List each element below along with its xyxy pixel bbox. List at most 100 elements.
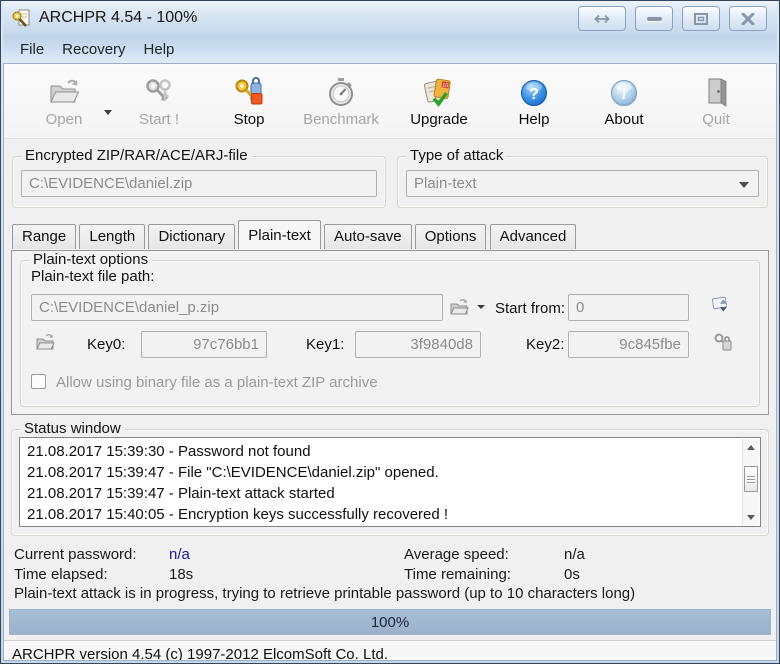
menu-recovery[interactable]: Recovery — [53, 38, 134, 61]
triangle-down-icon — [747, 515, 755, 520]
plain-text-options-group: Plain-text options Plain-text file path:… — [20, 260, 760, 407]
log-line: 21.08.2017 15:40:05 - Encryption keys su… — [27, 504, 736, 525]
spin-arrows-icon — [711, 295, 733, 317]
status-window-group: Status window 21.08.2017 15:39:30 - Pass… — [11, 429, 769, 536]
progress-bar-text: 100% — [10, 610, 770, 634]
quit-label: Quit — [676, 111, 756, 128]
close-icon — [741, 13, 755, 25]
maximize-button[interactable] — [682, 6, 720, 31]
attack-type-group-label: Type of attack — [406, 147, 507, 164]
open-label: Open — [24, 111, 104, 128]
scroll-thumb[interactable] — [744, 466, 758, 492]
start-from-input[interactable]: 0 — [568, 294, 689, 321]
plain-text-options-label: Plain-text options — [29, 251, 152, 268]
help-label: Help — [494, 111, 574, 128]
key2-label: Key2: — [526, 336, 564, 353]
statusbar-text: ARCHPR version 4.54 (c) 1997-2012 ElcomS… — [12, 646, 388, 662]
tab-advanced[interactable]: Advanced — [490, 224, 577, 249]
scroll-down-button[interactable] — [743, 509, 759, 525]
browse-dropdown-caret[interactable] — [477, 305, 485, 309]
client-area: Open Start ! — [3, 63, 777, 661]
time-elapsed-label: Time elapsed: — [14, 566, 169, 583]
menu-help[interactable]: Help — [135, 38, 184, 61]
status-window-label: Status window — [20, 420, 125, 437]
menubar: File Recovery Help — [3, 35, 777, 63]
key1-input[interactable]: 3f9840d8 — [355, 331, 481, 358]
menu-file[interactable]: File — [11, 38, 53, 61]
plain-text-file-path-input[interactable]: C:\EVIDENCE\daniel_p.zip — [31, 294, 443, 321]
current-password-label: Current password: — [14, 546, 169, 563]
start-from-spin-button[interactable] — [711, 295, 733, 317]
progress-message: Plain-text attack is in progress, trying… — [14, 585, 776, 606]
browse-folder-button[interactable] — [449, 298, 469, 316]
open-dropdown-caret[interactable] — [104, 110, 112, 115]
log-line: 21.08.2017 15:39:47 - Plain-text attack … — [27, 483, 736, 504]
binary-file-checkbox-label: Allow using binary file as a plain-text … — [56, 374, 378, 391]
tab-options[interactable]: Options — [415, 224, 487, 249]
archpr-window: ARCHPR 4.54 - 100% — [0, 0, 780, 664]
tab-strip: Range Length Dictionary Plain-text Auto-… — [12, 224, 776, 250]
attack-type-group: Type of attack Plain-text — [397, 156, 768, 208]
start-from-label: Start from: — [495, 300, 565, 317]
stop-button[interactable]: Stop — [209, 72, 289, 128]
double-arrow-icon — [592, 13, 612, 25]
minimize-button[interactable] — [635, 6, 673, 31]
encrypted-file-group-label: Encrypted ZIP/RAR/ACE/ARJ-file — [21, 147, 252, 164]
tab-length[interactable]: Length — [79, 224, 145, 249]
start-button[interactable]: Start ! — [119, 72, 199, 128]
toolbar: Open Start ! — [4, 64, 776, 139]
average-speed-value: n/a — [564, 546, 776, 563]
time-remaining-value: 0s — [564, 566, 776, 583]
benchmark-stopwatch-icon — [325, 76, 357, 108]
keys-folder-button[interactable] — [35, 333, 55, 351]
quit-button[interactable]: Quit — [676, 72, 756, 128]
tab-dictionary[interactable]: Dictionary — [148, 224, 235, 249]
help-button[interactable]: ? Help — [494, 72, 574, 128]
folder-icon — [449, 298, 469, 316]
attack-type-value: Plain-text — [414, 175, 477, 192]
upgrade-icon: 10 — [422, 76, 456, 108]
file-path-label: Plain-text file path: — [31, 268, 154, 285]
tab-plain-text[interactable]: Plain-text — [238, 220, 321, 249]
log-line: 21.08.2017 15:39:30 - Password not found — [27, 441, 736, 462]
log-line: 21.08.2017 15:39:47 - File "C:\EVIDENCE\… — [27, 462, 736, 483]
chevron-down-icon — [739, 182, 749, 188]
log-scrollbar[interactable] — [742, 439, 759, 525]
close-button[interactable] — [729, 6, 767, 31]
scroll-up-button[interactable] — [743, 439, 759, 455]
stats-section: Current password: n/a Average speed: n/a… — [14, 544, 776, 606]
about-button[interactable]: i About — [584, 72, 664, 128]
stop-label: Stop — [209, 111, 289, 128]
open-folder-icon — [48, 76, 80, 108]
tab-range[interactable]: Range — [12, 224, 76, 249]
progress-bar: 100% — [9, 609, 771, 635]
key0-input[interactable]: 97c76bb1 — [141, 331, 267, 358]
maximize-icon — [694, 13, 708, 25]
tab-auto-save[interactable]: Auto-save — [324, 224, 412, 249]
upgrade-button[interactable]: 10 Upgrade — [391, 72, 487, 128]
plain-text-tab-panel: Plain-text options Plain-text file path:… — [11, 250, 769, 415]
average-speed-label: Average speed: — [404, 546, 564, 563]
benchmark-button[interactable]: Benchmark — [291, 72, 391, 128]
encrypted-file-input[interactable]: C:\EVIDENCE\daniel.zip — [21, 170, 377, 197]
key0-label: Key0: — [87, 336, 125, 353]
current-password-value: n/a — [169, 546, 404, 563]
resize-button[interactable] — [578, 6, 626, 31]
attack-type-combobox[interactable]: Plain-text — [406, 170, 759, 197]
encrypted-file-group: Encrypted ZIP/RAR/ACE/ARJ-file C:\EVIDEN… — [12, 156, 386, 208]
binary-file-checkbox[interactable] — [31, 374, 46, 389]
key-tool-button[interactable] — [713, 331, 733, 353]
start-keys-icon — [143, 76, 175, 108]
key2-input[interactable]: 9c845fbe — [568, 331, 689, 358]
folder-icon — [35, 333, 55, 351]
stop-keys-icon — [233, 76, 265, 108]
svg-text:10: 10 — [442, 82, 449, 89]
help-question-icon: ? — [519, 78, 549, 108]
about-info-icon: i — [609, 78, 639, 108]
open-button[interactable]: Open — [24, 72, 104, 128]
svg-text:?: ? — [529, 86, 539, 103]
quit-door-icon — [702, 76, 730, 108]
titlebar[interactable]: ARCHPR 4.54 - 100% — [3, 1, 777, 35]
key-lock-icon — [713, 331, 733, 353]
window-title: ARCHPR 4.54 - 100% — [39, 9, 197, 27]
